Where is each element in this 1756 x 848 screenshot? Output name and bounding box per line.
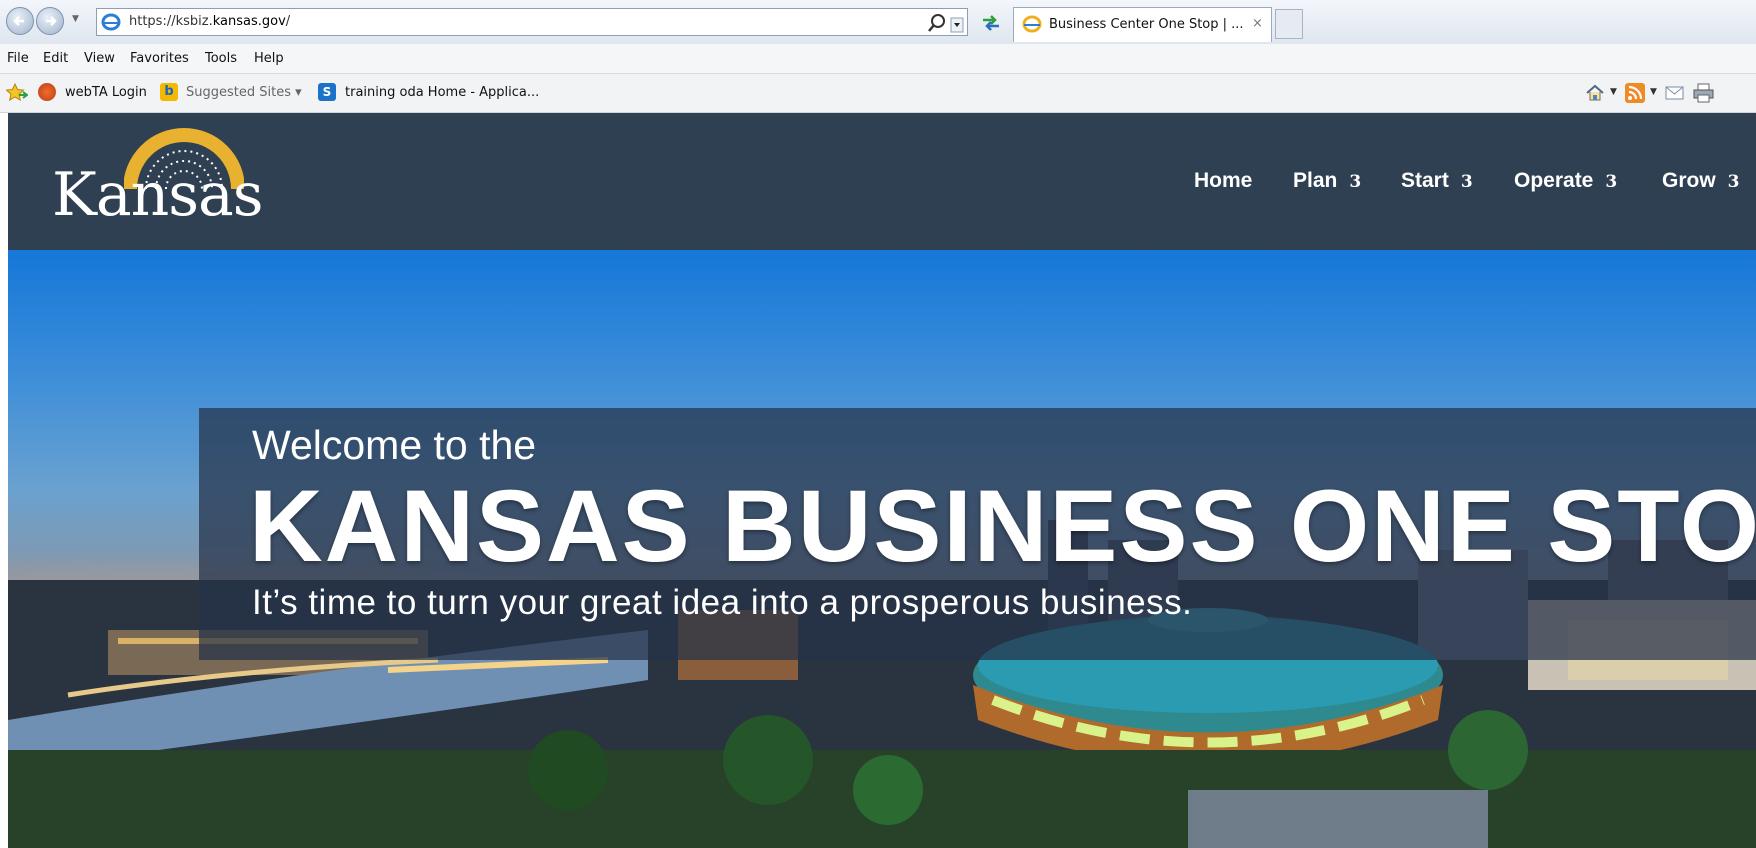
menu-view[interactable]: View [84, 51, 115, 66]
webta-icon [38, 83, 56, 101]
site-header: Kansas Home Plan 3 Start 3 Operate 3 Grow 3 [8, 113, 1756, 250]
bing-icon: b [160, 83, 178, 101]
history-dropdown-icon[interactable]: ▼ [72, 14, 79, 24]
menu-favorites[interactable]: Favorites [130, 51, 189, 66]
url-prefix: https://ksbiz. [129, 14, 213, 29]
nav-plan-dropdown-icon: 3 [1349, 172, 1362, 192]
address-url[interactable]: https://ksbiz.kansas.gov/ [129, 14, 290, 29]
nav-operate-label: Operate [1514, 169, 1594, 192]
nav-home-label: Home [1194, 169, 1253, 192]
hero-welcome-text: Welcome to the [252, 422, 537, 468]
url-suffix: / [285, 14, 291, 29]
nav-plan[interactable]: Plan 3 [1293, 169, 1361, 193]
kansas-logo[interactable]: Kansas [46, 127, 276, 237]
nav-operate[interactable]: Operate 3 [1514, 169, 1617, 193]
compatibility-view-icon[interactable] [980, 12, 1002, 32]
forward-button[interactable] [36, 7, 64, 35]
url-domain: kansas.gov [212, 14, 286, 29]
nav-grow[interactable]: Grow 3 [1662, 169, 1740, 193]
nav-operate-dropdown-icon: 3 [1605, 172, 1618, 192]
ie-page-icon [101, 13, 121, 31]
forward-arrow-icon [46, 16, 57, 26]
menu-help[interactable]: Help [254, 51, 284, 66]
nav-start[interactable]: Start 3 [1401, 169, 1473, 193]
mail-icon[interactable] [1665, 85, 1685, 101]
hero-section: Welcome to the KANSAS BUSINESS ONE STOP … [8, 250, 1756, 848]
browser-address-row: ▼ https://ksbiz.kansas.gov/ Business Cen… [0, 0, 1756, 45]
back-button[interactable] [6, 7, 34, 35]
new-tab-button[interactable] [1275, 9, 1303, 39]
print-icon[interactable] [1693, 83, 1715, 103]
rss-feed-icon[interactable] [1625, 83, 1645, 103]
menu-tools[interactable]: Tools [205, 51, 237, 66]
home-dropdown-icon[interactable]: ▼ [1610, 87, 1617, 97]
favorites-bar: webTA Login b Suggested Sites ▾ S traini… [0, 74, 1756, 113]
favorite-training-oda[interactable]: training oda Home - Applica... [345, 85, 539, 100]
search-icon[interactable] [925, 12, 965, 34]
hero-banner: Welcome to the KANSAS BUSINESS ONE STOP … [199, 408, 1756, 660]
hero-headline: KANSAS BUSINESS ONE STOP [249, 469, 1756, 583]
hero-tagline: It’s time to turn your great idea into a… [252, 583, 1193, 622]
tab-title: Business Center One Stop | ... [1049, 17, 1244, 32]
logo-wordmark: Kansas [52, 160, 264, 230]
favorite-suggested-sites[interactable]: Suggested Sites ▾ [186, 85, 302, 100]
menu-file[interactable]: File [7, 51, 29, 66]
nav-start-label: Start [1401, 169, 1449, 192]
nav-plan-label: Plan [1293, 169, 1338, 192]
sharepoint-icon: S [318, 83, 336, 101]
ie-tab-icon [1022, 15, 1042, 33]
home-icon[interactable] [1585, 83, 1605, 103]
browser-menu-bar: File Edit View Favorites Tools Help [0, 44, 1756, 74]
nav-grow-label: Grow [1662, 169, 1716, 192]
nav-grow-dropdown-icon: 3 [1727, 172, 1740, 192]
favorite-webta-login[interactable]: webTA Login [65, 85, 147, 100]
tab-close-icon[interactable]: × [1252, 16, 1263, 31]
menu-edit[interactable]: Edit [43, 51, 68, 66]
tab-business-center[interactable]: Business Center One Stop | ... × [1013, 7, 1272, 42]
nav-start-dropdown-icon: 3 [1460, 172, 1473, 192]
feed-dropdown-icon[interactable]: ▼ [1650, 87, 1657, 97]
back-arrow-icon [13, 16, 24, 26]
address-bar[interactable]: https://ksbiz.kansas.gov/ [96, 8, 968, 36]
nav-home[interactable]: Home [1194, 169, 1252, 193]
favorites-star-icon[interactable] [6, 83, 28, 103]
